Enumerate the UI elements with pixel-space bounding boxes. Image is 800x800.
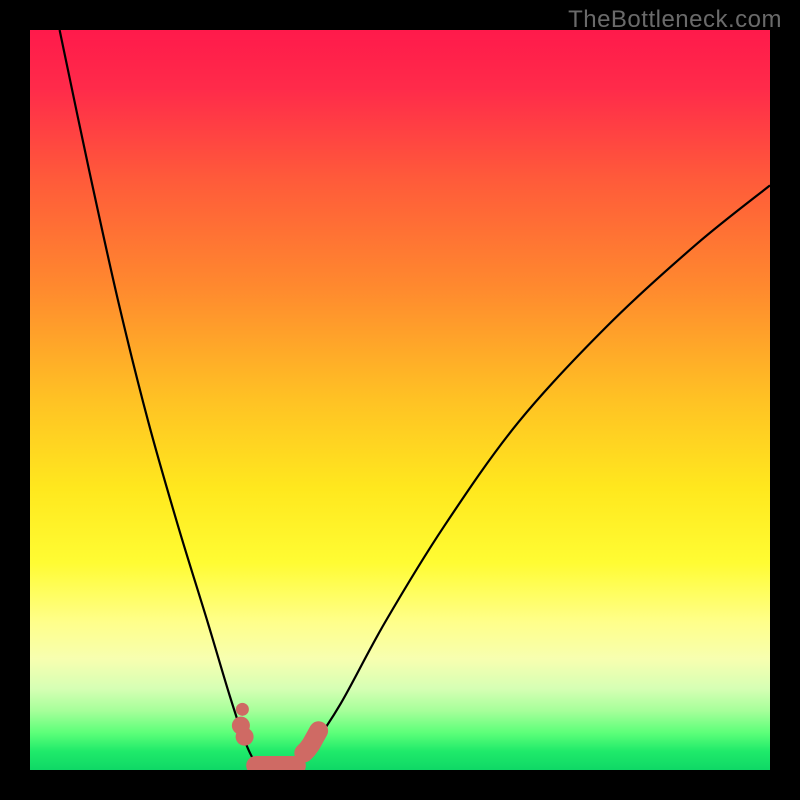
marker-dot bbox=[236, 703, 249, 716]
plot-frame bbox=[30, 30, 770, 770]
plot-svg bbox=[30, 30, 770, 770]
highlighted-range bbox=[232, 703, 319, 766]
watermark-text: TheBottleneck.com bbox=[568, 6, 782, 34]
marker-dot bbox=[236, 728, 254, 746]
bottleneck-curve bbox=[60, 30, 770, 767]
marker-segment bbox=[304, 731, 319, 753]
